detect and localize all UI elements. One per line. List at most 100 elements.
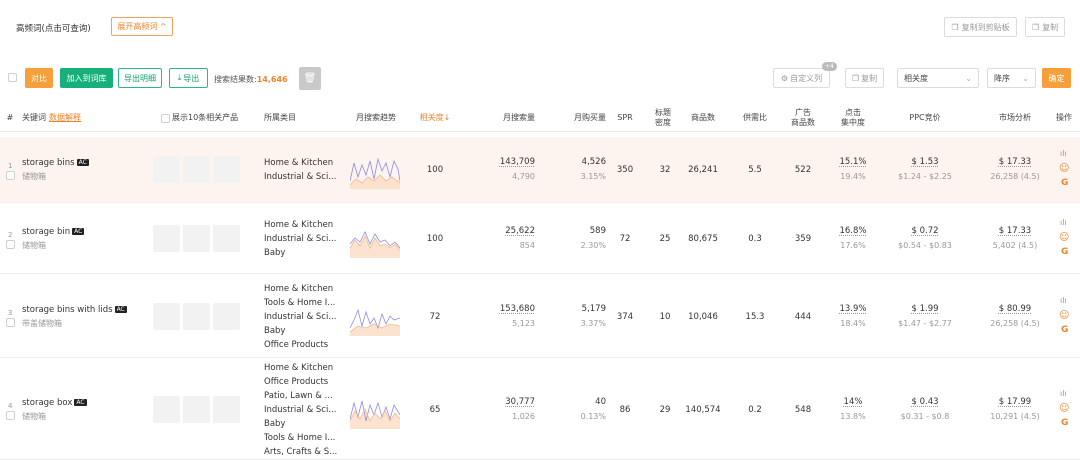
product-thumbnail[interactable]	[213, 302, 240, 330]
product-thumbnail[interactable]	[213, 395, 240, 423]
col-monthly-search[interactable]: 月搜索量	[485, 108, 535, 128]
smile-icon[interactable]: ☺	[1059, 310, 1069, 321]
monthly-search-value[interactable]: 153,680	[480, 304, 535, 314]
market-price[interactable]: $ 80.99	[975, 304, 1055, 314]
bar-chart-icon[interactable]: ılı	[1060, 149, 1067, 158]
click-conc-value[interactable]: 15.1%	[831, 157, 875, 167]
smile-icon[interactable]: ☺	[1059, 232, 1069, 243]
col-market[interactable]: 市场分析	[990, 108, 1040, 128]
sort-order-select[interactable]: 降序 ⌄	[987, 68, 1036, 88]
col-relevance[interactable]: 相关度 ↓	[410, 108, 460, 128]
export-detail-button[interactable]: 导出明细	[118, 68, 162, 88]
ppc-range: $0.54 - $0.83	[898, 241, 952, 250]
monthly-search-sub: 1,026	[512, 411, 535, 421]
category-item: Home & Kitchen	[264, 283, 334, 294]
keyword-text[interactable]: storage bins with lids	[22, 305, 113, 315]
product-thumbnail[interactable]	[153, 225, 180, 252]
download-icon: ⤓	[177, 73, 182, 82]
category-item: Home & Kitchen	[264, 158, 334, 168]
relevance-value: 100	[426, 234, 444, 244]
product-thumbnail[interactable]	[153, 156, 180, 183]
smile-icon[interactable]: ☺	[1059, 403, 1069, 414]
product-thumbnail[interactable]	[153, 395, 180, 423]
monthly-search-value[interactable]: 30,777	[480, 397, 535, 407]
sort-field-select[interactable]: 相关度 ⌄	[897, 68, 979, 88]
google-icon[interactable]: G	[1061, 247, 1068, 257]
row-checkbox[interactable]	[6, 240, 15, 249]
col-ppc[interactable]: PPC竞价	[900, 108, 950, 128]
product-thumbnail[interactable]	[183, 395, 210, 423]
click-conc-value[interactable]: 13.9%	[831, 304, 875, 314]
confirm-button[interactable]: 确定	[1042, 68, 1071, 88]
keyword-text[interactable]: storage box	[22, 398, 72, 408]
monthly-search-value[interactable]: 143,709	[480, 157, 535, 167]
col-show10: 展示10条相关产品	[172, 113, 239, 122]
bar-chart-icon[interactable]: ılı	[1060, 296, 1067, 305]
toolbar-copy-button[interactable]: ❐ 复制	[845, 68, 884, 88]
product-thumbnail[interactable]	[213, 225, 240, 252]
monthly-buy-sub: 2.30%	[580, 241, 606, 250]
compare-button[interactable]: 对比	[25, 68, 53, 88]
ppc-value[interactable]: $ 0.43	[885, 397, 965, 407]
market-price[interactable]: $ 17.33	[975, 157, 1055, 167]
row-checkbox[interactable]	[6, 410, 15, 420]
ppc-value[interactable]: $ 0.72	[885, 226, 965, 236]
ppc-value[interactable]: $ 1.53	[885, 157, 965, 167]
category-item: Home & Kitchen	[264, 220, 334, 230]
keyword-cell[interactable]: storage bin AC	[22, 227, 147, 237]
keyword-cell[interactable]: storage box AC	[22, 398, 147, 408]
col-monthly-buy[interactable]: 月购买量	[556, 108, 606, 128]
copy-clipboard-button[interactable]: ❐ 复制到剪贴板	[944, 17, 1017, 37]
ppc-range: $1.24 - $2.25	[898, 172, 952, 181]
keyword-text[interactable]: storage bins	[22, 158, 75, 168]
market-price[interactable]: $ 17.99	[975, 397, 1055, 407]
custom-columns-badge: +4	[822, 62, 837, 71]
product-thumbnail[interactable]	[183, 225, 210, 252]
col-spr[interactable]: SPR	[612, 108, 638, 128]
delete-button[interactable]: 🗑	[299, 67, 321, 90]
select-all-checkbox[interactable]	[8, 73, 17, 82]
col-supply-ratio[interactable]: 供需比	[738, 108, 772, 128]
search-trend-chart[interactable]	[350, 391, 400, 429]
category-list: Home & Kitchen Office Products Patio, Lawn…	[264, 361, 344, 459]
click-conc-value[interactable]: 16.8%	[831, 226, 875, 236]
product-thumbnail[interactable]	[153, 302, 180, 330]
col-click-conc[interactable]: 点击 集中度	[836, 108, 870, 128]
export-button[interactable]: ⤓ 导出	[169, 68, 208, 88]
product-thumbnail[interactable]	[183, 156, 210, 183]
search-trend-chart[interactable]	[350, 220, 400, 258]
keyword-cell[interactable]: storage bins AC	[22, 158, 147, 168]
custom-columns-label: 自定义列	[790, 73, 823, 83]
title-density-value: 25	[659, 234, 671, 244]
show10-checkbox[interactable]	[161, 114, 170, 123]
search-trend-chart[interactable]	[350, 151, 400, 189]
product-thumbnail[interactable]	[213, 156, 240, 183]
google-icon[interactable]: G	[1061, 418, 1068, 428]
search-trend-chart[interactable]	[350, 298, 400, 336]
sort-field-value: 相关度	[904, 73, 928, 83]
ppc-value[interactable]: $ 1.99	[885, 304, 965, 314]
google-icon[interactable]: G	[1061, 178, 1068, 188]
data-explain-link[interactable]: 数据解释	[49, 113, 81, 123]
expand-high-freq-button[interactable]: 展开高频词 ^	[111, 17, 173, 36]
keyword-cell[interactable]: storage bins with lids AC	[22, 305, 147, 315]
bar-chart-icon[interactable]: ılı	[1060, 389, 1067, 398]
col-products[interactable]: 商品数	[685, 108, 721, 128]
bar-chart-icon[interactable]: ılı	[1060, 218, 1067, 227]
product-thumbnail[interactable]	[183, 302, 210, 330]
click-conc-value[interactable]: 14%	[831, 397, 875, 407]
top-copy-button[interactable]: ❐ 复制	[1025, 17, 1065, 37]
custom-columns-button[interactable]: ⚙ 自定义列	[773, 68, 830, 88]
smile-icon[interactable]: ☺	[1059, 163, 1069, 174]
ad-products-value: 548	[794, 404, 812, 415]
row-checkbox[interactable]	[6, 171, 15, 180]
add-to-library-button[interactable]: 加入到词库	[60, 68, 113, 88]
row-checkbox[interactable]	[6, 317, 15, 327]
keyword-text[interactable]: storage bin	[22, 227, 70, 237]
google-icon[interactable]: G	[1061, 325, 1068, 335]
col-ad-products[interactable]: 广告 商品数	[783, 108, 823, 128]
col-title-density[interactable]: 标题 密度	[650, 108, 676, 128]
monthly-search-sub: 4,790	[512, 172, 535, 181]
market-price[interactable]: $ 17.33	[975, 226, 1055, 236]
monthly-search-value[interactable]: 25,622	[480, 226, 535, 236]
